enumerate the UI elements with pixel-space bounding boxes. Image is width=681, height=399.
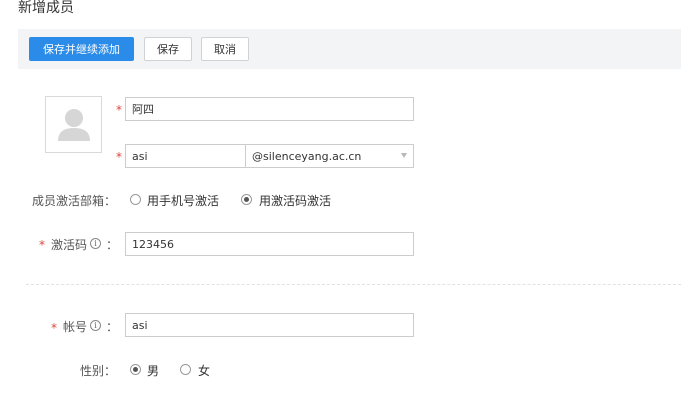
domain-select-value: @silenceyang.ac.cn: [252, 149, 362, 163]
info-icon[interactable]: i: [90, 238, 101, 249]
required-marker: *: [116, 150, 122, 164]
domain-select[interactable]: @silenceyang.ac.cn: [245, 144, 414, 168]
info-icon[interactable]: i: [90, 320, 101, 331]
section-divider: [26, 284, 681, 285]
page-title: 新增成员: [18, 0, 74, 16]
avatar-upload[interactable]: [45, 96, 102, 153]
username-input[interactable]: asi: [125, 313, 414, 337]
user-avatar-icon: [58, 109, 90, 141]
required-marker: *: [51, 321, 57, 335]
username-colon: ：: [106, 320, 119, 334]
name-input[interactable]: 阿四: [125, 97, 414, 121]
radio-label-activate-by-phone[interactable]: 用手机号激活: [147, 192, 219, 209]
radio-activate-by-phone[interactable]: [130, 194, 141, 205]
required-marker: *: [39, 238, 45, 252]
account-prefix-input[interactable]: asi: [125, 144, 246, 168]
cancel-button[interactable]: 取消: [201, 37, 249, 61]
radio-label-gender-female[interactable]: 女: [198, 362, 210, 379]
radio-gender-male[interactable]: [130, 364, 141, 375]
radio-activate-by-code[interactable]: [241, 194, 252, 205]
save-button[interactable]: 保存: [144, 37, 192, 61]
activation-code-input[interactable]: 123456: [125, 232, 414, 256]
required-marker: *: [116, 103, 122, 117]
username-label: 帐号: [63, 320, 88, 334]
gender-label: 性别：: [80, 364, 117, 378]
activation-method-label: 成员激活部箱：: [32, 194, 117, 208]
activation-code-label: 激活码: [51, 238, 88, 252]
activation-code-colon: ：: [106, 238, 119, 252]
save-and-continue-button[interactable]: 保存并继续添加: [29, 37, 134, 61]
radio-label-activate-by-code[interactable]: 用激活码激活: [259, 192, 331, 209]
radio-label-gender-male[interactable]: 男: [147, 362, 159, 379]
chevron-down-icon: [401, 153, 407, 158]
toolbar: 保存并继续添加 保存 取消: [18, 29, 681, 69]
radio-gender-female[interactable]: [180, 364, 191, 375]
